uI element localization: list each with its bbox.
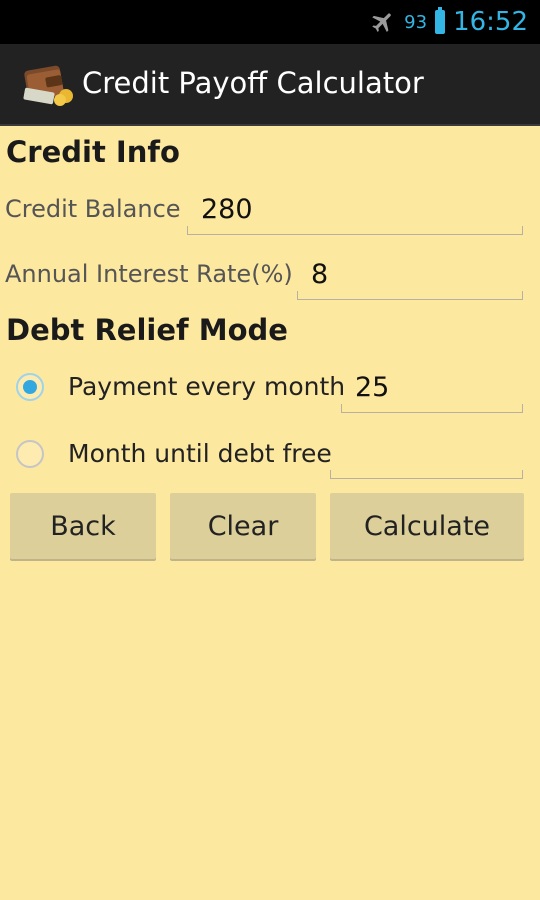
status-bar: 93 16:52 <box>0 0 540 44</box>
calculate-button[interactable]: Calculate <box>330 493 524 559</box>
wallet-icon <box>23 65 73 106</box>
months-until-debt-free-radio[interactable] <box>16 440 44 468</box>
months-until-debt-free-field[interactable] <box>330 430 523 479</box>
status-icons: 93 16:52 <box>370 6 528 38</box>
clear-button[interactable]: Clear <box>170 493 316 559</box>
credit-balance-label: Credit Balance <box>5 195 181 223</box>
interest-rate-label: Annual Interest Rate(%) <box>5 260 293 288</box>
action-bar: Credit Payoff Calculator <box>0 44 540 126</box>
airplane-mode-icon <box>372 13 391 32</box>
credit-balance-field[interactable]: 280 <box>187 186 523 235</box>
monthly-payment-field[interactable]: 25 <box>341 364 523 413</box>
interest-rate-value: 8 <box>311 259 329 290</box>
months-until-debt-free-label[interactable]: Month until debt free <box>68 439 332 468</box>
credit-balance-value: 280 <box>201 194 253 225</box>
radio-selected-dot <box>23 380 37 394</box>
payment-every-month-radio[interactable] <box>16 373 44 401</box>
clock: 16:52 <box>453 7 528 37</box>
interest-rate-field[interactable]: 8 <box>297 251 523 300</box>
monthly-payment-value: 25 <box>355 372 390 403</box>
payment-every-month-label[interactable]: Payment every month <box>68 372 345 401</box>
app-title: Credit Payoff Calculator <box>82 66 424 100</box>
credit-info-heading: Credit Info <box>6 135 180 169</box>
debt-relief-heading: Debt Relief Mode <box>6 313 288 347</box>
battery-icon <box>435 7 446 34</box>
battery-percent: 93 <box>404 11 428 33</box>
back-button[interactable]: Back <box>10 493 156 559</box>
